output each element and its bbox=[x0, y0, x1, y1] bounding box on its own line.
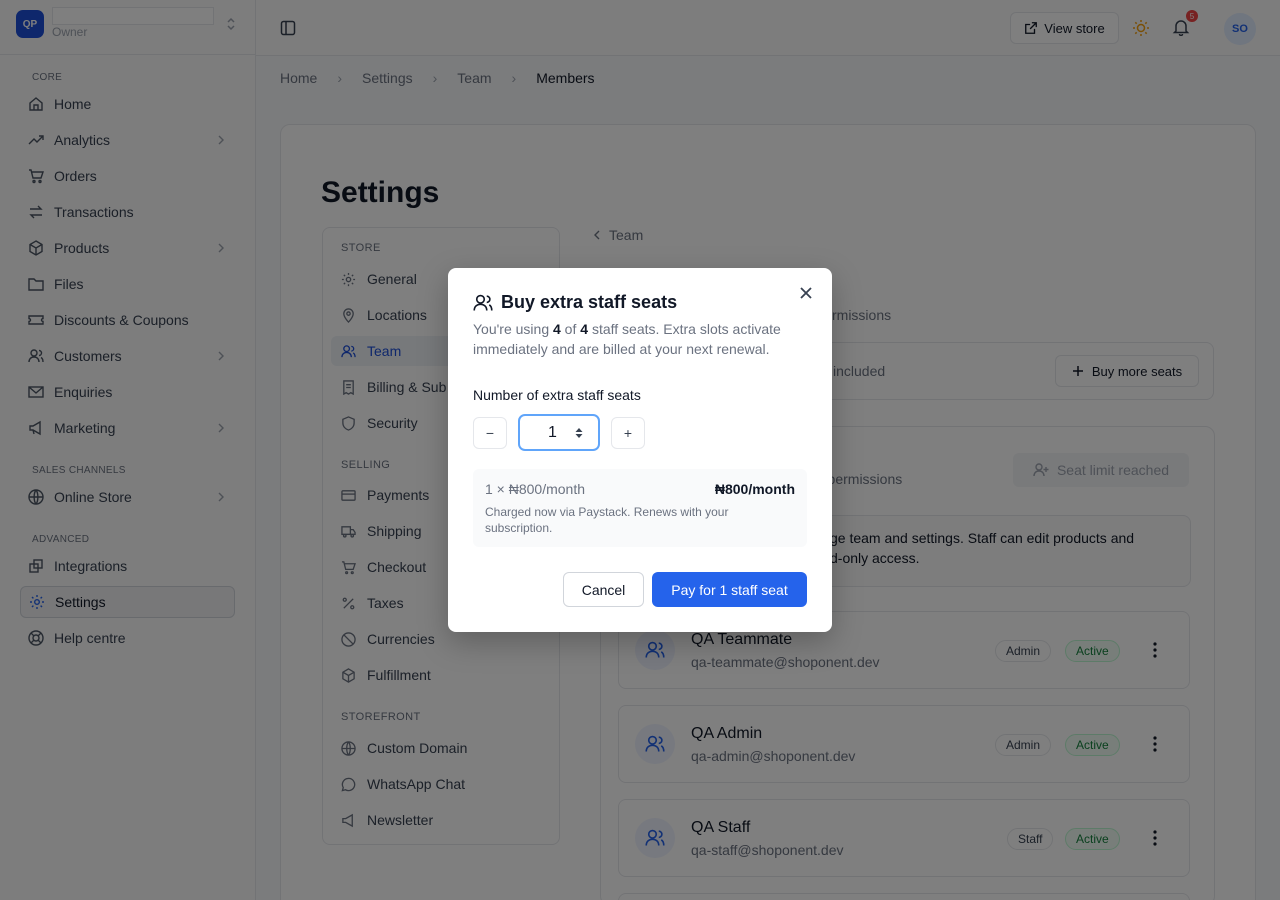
dialog-title-text: Buy extra staff seats bbox=[501, 292, 678, 312]
dialog-description: You're using 4 of 4 staff seats. Extra s… bbox=[473, 319, 813, 359]
pay-button[interactable]: Pay for 1 staff seat bbox=[652, 572, 807, 607]
seats-used: 4 bbox=[553, 321, 561, 337]
price-breakdown: 1 × ₦800/month bbox=[485, 481, 586, 497]
desc-text: You're using bbox=[473, 321, 553, 337]
buy-seats-dialog: Buy extra staff seats You're using 4 of … bbox=[448, 268, 832, 632]
spinner-icon[interactable] bbox=[574, 427, 584, 439]
seats-total: 4 bbox=[580, 321, 589, 337]
increment-button[interactable]: + bbox=[611, 417, 645, 449]
dialog-title: Buy extra staff seats bbox=[473, 292, 677, 313]
quantity-label: Number of extra staff seats bbox=[473, 387, 641, 403]
users-icon bbox=[473, 294, 493, 311]
price-summary: 1 × ₦800/month ₦800/month Charged now vi… bbox=[473, 469, 807, 547]
cancel-button[interactable]: Cancel bbox=[563, 572, 644, 607]
price-note: Charged now via Paystack. Renews with yo… bbox=[485, 505, 729, 535]
price-total: ₦800/month bbox=[714, 481, 795, 497]
close-icon[interactable] bbox=[799, 286, 813, 300]
quantity-input[interactable]: 1 bbox=[518, 414, 600, 451]
decrement-button[interactable]: − bbox=[473, 417, 507, 449]
quantity-value: 1 bbox=[548, 423, 557, 441]
desc-text: of bbox=[560, 321, 581, 337]
